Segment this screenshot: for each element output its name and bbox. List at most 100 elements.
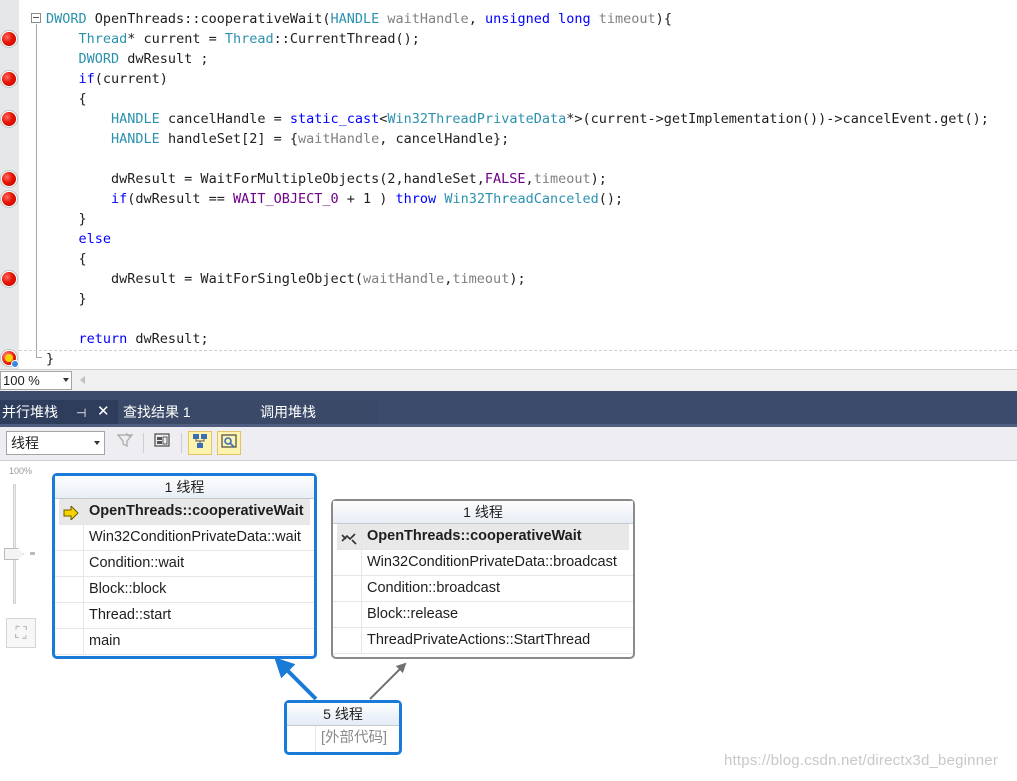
stack-frame-row[interactable]: Condition::wait: [55, 551, 314, 577]
stack-frame-row[interactable]: ThreadPrivateActions::StartThread: [333, 628, 633, 654]
parallel-stacks-diagram[interactable]: 100% ⛶ 1 线程 OpenThreads::cooperativeWait…: [0, 461, 1017, 781]
breakpoint-icon[interactable]: [1, 271, 17, 287]
collapse-toggle-icon[interactable]: [31, 13, 41, 23]
frame-name: [外部代码]: [321, 730, 388, 746]
code-token: DWORD: [78, 51, 120, 67]
frame-name: Win32ConditionPrivateData::broadcast: [367, 554, 617, 570]
stack-frame-row[interactable]: OpenThreads::cooperativeWait: [337, 524, 629, 550]
tab-parallel-stacks-label: 并行堆栈: [2, 404, 58, 420]
toggle-method-view-icon[interactable]: [150, 431, 174, 455]
code-token: }: [78, 291, 87, 307]
code-line[interactable]: if(current): [46, 69, 989, 89]
stack-node-selected[interactable]: 1 线程 OpenThreads::cooperativeWaitWin32Co…: [52, 473, 317, 659]
parallel-stacks-toolbar: 线程: [0, 427, 1017, 461]
code-line[interactable]: HANDLE handleSet[2] = {waitHandle, cance…: [46, 129, 989, 149]
code-token: {: [663, 11, 672, 27]
code-token: WAIT_OBJECT_0: [232, 191, 339, 207]
code-token: timeout: [533, 171, 591, 187]
code-line[interactable]: [46, 309, 989, 329]
outline-line: [36, 24, 37, 358]
code-token: }: [78, 211, 87, 227]
frame-column-divider: [83, 499, 84, 524]
auto-scroll-icon[interactable]: [217, 431, 241, 455]
code-token: if: [78, 71, 95, 87]
tool-window-tabbar: 并行堆栈 ⊣ ✕ 查找结果 1 调用堆栈: [0, 391, 1017, 427]
code-line[interactable]: }: [46, 349, 989, 369]
stack-frame-row[interactable]: Block::release: [333, 602, 633, 628]
frame-column-divider: [315, 726, 316, 752]
breakpoint-icon[interactable]: [1, 171, 17, 187]
breakpoint-gutter[interactable]: [0, 0, 19, 369]
code-line[interactable]: {: [46, 249, 989, 269]
tab-call-stack[interactable]: 调用堆栈: [250, 400, 378, 424]
code-token: dwResult;: [127, 331, 209, 347]
view-mode-value: 线程: [11, 435, 39, 451]
stack-frame-row[interactable]: main: [55, 629, 314, 655]
code-token: Thread: [78, 31, 128, 47]
code-token: Thread: [224, 31, 274, 47]
frame-name: Win32ConditionPrivateData::wait: [89, 529, 301, 545]
view-mode-dropdown[interactable]: 线程: [6, 431, 105, 455]
stack-frame-row[interactable]: Win32ConditionPrivateData::wait: [55, 525, 314, 551]
code-line[interactable]: [46, 149, 989, 169]
code-token: ,: [525, 171, 534, 187]
stack-frame-row[interactable]: Condition::broadcast: [333, 576, 633, 602]
stack-frame-row[interactable]: OpenThreads::cooperativeWait: [59, 499, 310, 525]
code-token: return: [78, 331, 128, 347]
code-line[interactable]: if(dwResult == WAIT_OBJECT_0 + 1 ) throw…: [46, 189, 989, 209]
node-header: 1 线程: [55, 476, 314, 499]
zoom-level-dropdown[interactable]: 100 %: [0, 371, 72, 390]
code-line[interactable]: Thread* current = Thread::CurrentThread(…: [46, 29, 989, 49]
code-line[interactable]: DWORD OpenThreads::cooperativeWait(HANDL…: [46, 9, 989, 29]
frame-list: OpenThreads::cooperativeWaitWin32Conditi…: [55, 499, 314, 655]
breakpoint-icon[interactable]: [1, 31, 17, 47]
code-line[interactable]: dwResult = WaitForSingleObject(waitHandl…: [46, 269, 989, 289]
code-line[interactable]: }: [46, 289, 989, 309]
stack-frame-row[interactable]: Win32ConditionPrivateData::broadcast: [333, 550, 633, 576]
frame-column-divider: [83, 577, 84, 602]
breakpoint-icon[interactable]: [1, 111, 17, 127]
code-line[interactable]: }: [46, 209, 989, 229]
code-token: else: [78, 231, 112, 247]
code-line[interactable]: dwResult = WaitForMultipleObjects(2,hand…: [46, 169, 989, 189]
frame-name: OpenThreads::cooperativeWait: [89, 503, 304, 519]
tab-parallel-stacks[interactable]: 并行堆栈 ⊣ ✕: [0, 400, 118, 424]
stack-frame-row[interactable]: Block::block: [55, 577, 314, 603]
code-line[interactable]: HANDLE cancelHandle = static_cast<Win32T…: [46, 109, 989, 129]
code-token: if: [111, 191, 128, 207]
code-token: ): [655, 11, 664, 27]
frame-column-divider: [361, 602, 362, 627]
code-line[interactable]: DWORD dwResult ;: [46, 49, 989, 69]
frame-name: Block::release: [367, 606, 459, 622]
close-icon[interactable]: ✕: [97, 400, 110, 424]
code-token: {: [78, 91, 87, 107]
code-editor[interactable]: DWORD OpenThreads::cooperativeWait(HANDL…: [0, 0, 1017, 369]
filter-icon[interactable]: [113, 431, 137, 455]
top-down-layout-icon[interactable]: [188, 431, 212, 455]
tab-find-results-label: 查找结果 1: [123, 404, 191, 420]
breakpoint-icon[interactable]: [1, 191, 17, 207]
current-statement-breakpoint-icon[interactable]: [1, 350, 19, 368]
pin-icon[interactable]: ⊣: [76, 401, 86, 425]
code-token: * current =: [127, 31, 225, 47]
code-line[interactable]: {: [46, 89, 989, 109]
code-token: ,: [468, 11, 485, 27]
scroll-left-icon[interactable]: [80, 376, 85, 384]
frame-column-divider: [83, 629, 84, 654]
frame-name: Condition::wait: [89, 555, 185, 571]
code-text[interactable]: DWORD OpenThreads::cooperativeWait(HANDL…: [46, 9, 989, 369]
code-token: ::CurrentThread();: [273, 31, 420, 47]
tab-call-stack-label: 调用堆栈: [260, 404, 316, 420]
code-token: static_cast: [289, 111, 380, 127]
code-line[interactable]: else: [46, 229, 989, 249]
thread-switch-icon: [341, 529, 357, 545]
tab-find-results[interactable]: 查找结果 1: [118, 400, 250, 424]
stack-node[interactable]: 1 线程 OpenThreads::cooperativeWait Win32Co…: [331, 499, 635, 659]
code-line[interactable]: return dwResult;: [46, 329, 989, 349]
breakpoint-icon[interactable]: [1, 71, 17, 87]
code-token: waitHandle: [363, 271, 445, 287]
code-token: , cancelHandle};: [379, 131, 510, 147]
stack-frame-row[interactable]: Thread::start: [55, 603, 314, 629]
stack-frame-row[interactable]: [外部代码]: [287, 726, 399, 752]
stack-node-root[interactable]: 5 线程 [外部代码]: [284, 700, 402, 755]
